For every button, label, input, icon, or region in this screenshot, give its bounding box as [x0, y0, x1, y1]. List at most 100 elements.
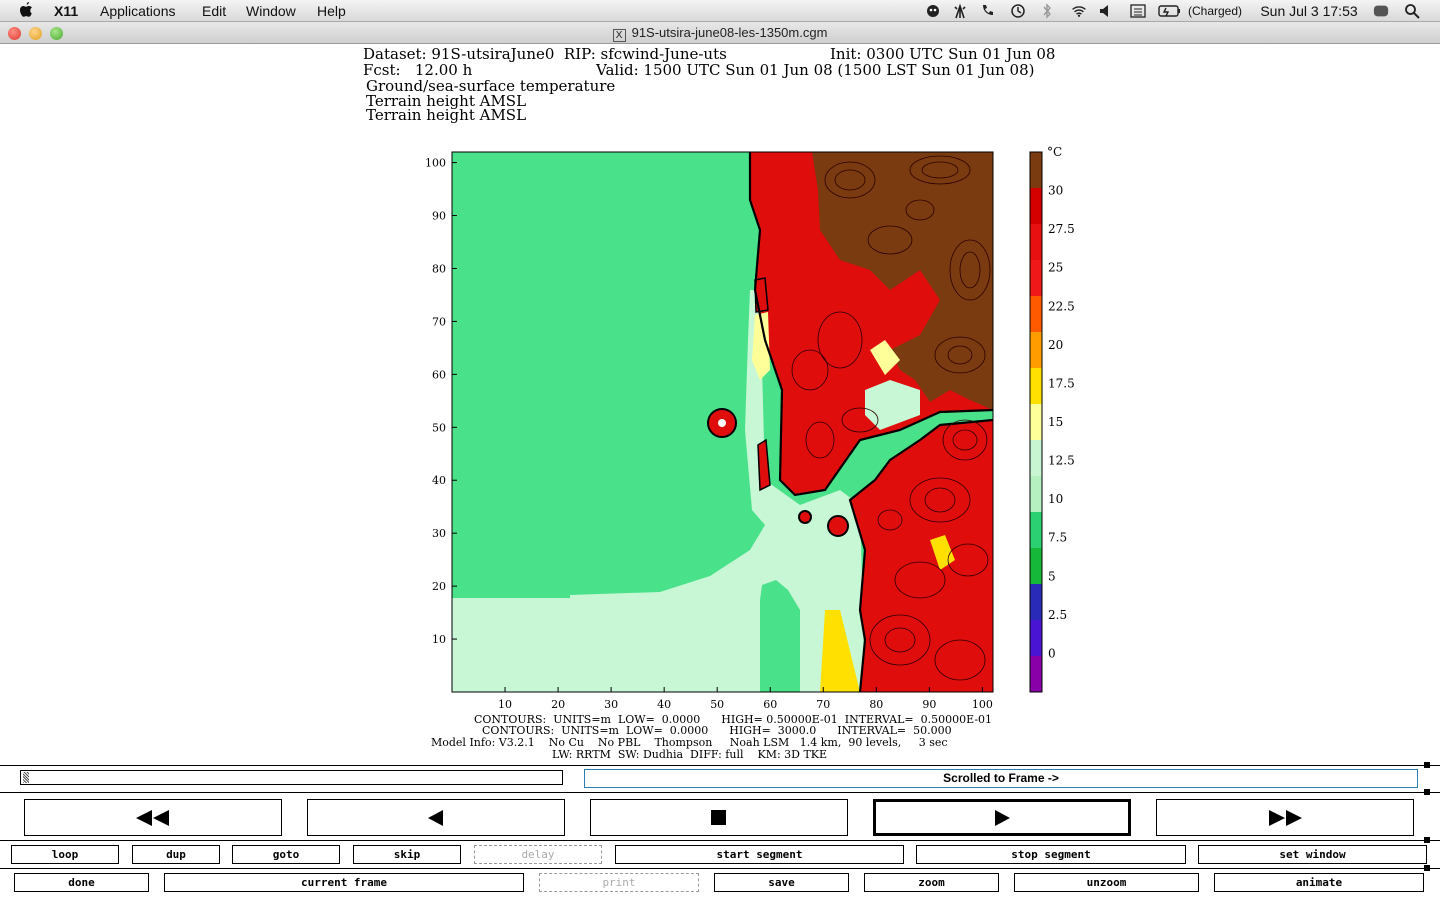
colorbar-swatch: [1030, 368, 1042, 405]
menubar-clock[interactable]: Sun Jul 3 17:53: [1254, 2, 1364, 20]
start-segment-button[interactable]: start segment: [615, 845, 904, 864]
alien-status-icon[interactable]: [925, 2, 941, 20]
menu-window[interactable]: Window: [246, 2, 296, 20]
loop-button[interactable]: loop: [11, 845, 119, 864]
keyboard-icon[interactable]: [1130, 2, 1146, 20]
print-button[interactable]: print: [539, 873, 699, 892]
play-icon: [995, 809, 1010, 826]
colorbar-labels: 30 27.5 25 22.5 20 17.5 15 12.5 10 7.5 5 2.5 0: [1048, 184, 1075, 661]
skip-button[interactable]: skip: [353, 845, 461, 864]
menu-app-x11[interactable]: X11: [54, 2, 78, 20]
current-frame-button[interactable]: current frame: [164, 873, 524, 892]
small-island: [827, 515, 849, 537]
y-tick-label: 90: [432, 210, 446, 223]
spotlight-search-icon[interactable]: [1404, 2, 1420, 20]
fast-forward-button[interactable]: [1156, 799, 1414, 836]
x11-document-icon: X: [612, 29, 626, 42]
pane-resize-handle[interactable]: [1424, 865, 1430, 871]
x-tick-label: 90: [922, 698, 936, 711]
footer-contour-info-2: CONTOURS: UNITS=m LOW= 0.0000 HIGH= 3000…: [482, 724, 952, 737]
y-tick-label: 100: [425, 157, 446, 170]
done-button[interactable]: done: [14, 873, 149, 892]
colorbar-swatch: [1030, 548, 1042, 585]
animate-button[interactable]: animate: [1214, 873, 1424, 892]
colorbar-swatch: [1030, 620, 1042, 657]
stop-icon: [711, 809, 726, 825]
y-tick-label: 10: [432, 633, 446, 646]
y-tick-label: 60: [432, 368, 446, 381]
colorbar-label: 30: [1048, 184, 1063, 198]
stop-button[interactable]: [590, 799, 848, 836]
pane-resize-handle[interactable]: [1424, 789, 1430, 795]
x-tick-label: 10: [498, 698, 512, 711]
y-tick-label: 40: [432, 474, 446, 487]
set-window-button[interactable]: set window: [1198, 845, 1427, 864]
colorbar-swatch: [1030, 512, 1042, 549]
menu-help[interactable]: Help: [317, 2, 346, 20]
battery-status-text: (Charged): [1187, 4, 1243, 18]
pane-resize-handle[interactable]: [1424, 762, 1430, 768]
save-button[interactable]: save: [714, 873, 849, 892]
colorbar-swatch: [1030, 656, 1042, 693]
temperature-map-plot: 10 20 30 40 50 60 70 80 90 100 102030405060708090…: [425, 145, 1075, 711]
zoom-button[interactable]: zoom: [864, 873, 999, 892]
header-dataset: Dataset: 91S-utsiraJune0 RIP: sfcwind-Ju…: [363, 45, 727, 63]
colorbar-label: 10: [1048, 492, 1063, 506]
menu-edit[interactable]: Edit: [202, 2, 226, 20]
colorbar-label: 2.5: [1048, 608, 1067, 622]
step-back-icon: [428, 809, 443, 826]
x-tick-label: 100: [972, 698, 993, 711]
x-tick-label: 20: [551, 698, 565, 711]
header-init: Init: 0300 UTC Sun 01 Jun 08: [830, 45, 1056, 63]
colorbar-swatch: [1030, 296, 1042, 333]
battery-icon[interactable]: [1158, 2, 1182, 20]
scrollbar-thumb[interactable]: [23, 772, 29, 783]
phone-icon[interactable]: [980, 2, 996, 20]
header-forecast: Fcst: 12.00 h: [363, 61, 473, 79]
colorbar-label: 27.5: [1048, 222, 1075, 236]
colorbar-swatch: [1030, 152, 1042, 189]
dup-button[interactable]: dup: [132, 845, 220, 864]
colorbar-swatch: [1030, 224, 1042, 261]
header-field-3: Terrain height AMSL: [366, 106, 527, 124]
colorbar-label: 0: [1048, 646, 1056, 660]
x-tick-label: 30: [604, 698, 618, 711]
step-back-button[interactable]: [307, 799, 565, 836]
x-tick-label: 80: [869, 698, 883, 711]
volume-icon[interactable]: [1098, 2, 1112, 20]
menu-bar: X11 Applications Edit Window Help (Charg…: [0, 0, 1440, 22]
panel-divider: [0, 840, 1440, 841]
island-center-marker: [718, 419, 726, 427]
colorbar-label: 5: [1048, 569, 1056, 583]
footer-model-info: Model Info: V3.2.1 No Cu No PBL Thompson…: [431, 736, 948, 749]
colorbar-label: 17.5: [1048, 376, 1075, 390]
header-valid: Valid: 1500 UTC Sun 01 Jun 08 (1500 LST …: [596, 61, 1035, 79]
footer-physics-info: LW: RRTM SW: Dudhia DIFF: full KM: 3D TK…: [552, 748, 828, 761]
y-tick-label: 30: [432, 527, 446, 540]
window-title: X 91S-utsira-june08-les-1350m.cgm: [0, 25, 1440, 42]
user-icon[interactable]: [1372, 2, 1390, 20]
colorbar-swatch: [1030, 260, 1042, 297]
wifi-icon[interactable]: [1069, 2, 1089, 20]
temperature-colorbar: [1029, 151, 1043, 693]
time-machine-icon[interactable]: [1010, 2, 1026, 20]
panel-divider: [0, 765, 1440, 766]
play-button[interactable]: [873, 799, 1131, 836]
goto-button[interactable]: goto: [232, 845, 340, 864]
apple-icon[interactable]: [18, 1, 36, 21]
fast-forward-icon: [1269, 809, 1302, 826]
x-tick-label: 50: [710, 698, 724, 711]
rewind-button[interactable]: [24, 799, 282, 836]
frame-scrollbar[interactable]: [20, 770, 563, 785]
pane-resize-handle[interactable]: [1424, 837, 1430, 843]
network-tower-icon[interactable]: [952, 2, 968, 20]
menu-applications[interactable]: Applications: [100, 2, 176, 20]
unzoom-button[interactable]: unzoom: [1014, 873, 1199, 892]
bluetooth-icon[interactable]: [1041, 2, 1053, 20]
stop-segment-button[interactable]: stop segment: [916, 845, 1186, 864]
colorbar-label: 7.5: [1048, 531, 1067, 545]
window-title-text: 91S-utsira-june08-les-1350m.cgm: [631, 25, 828, 40]
panel-divider: [0, 868, 1440, 869]
delay-button[interactable]: delay: [474, 845, 602, 864]
colorbar-label: 15: [1048, 415, 1063, 429]
